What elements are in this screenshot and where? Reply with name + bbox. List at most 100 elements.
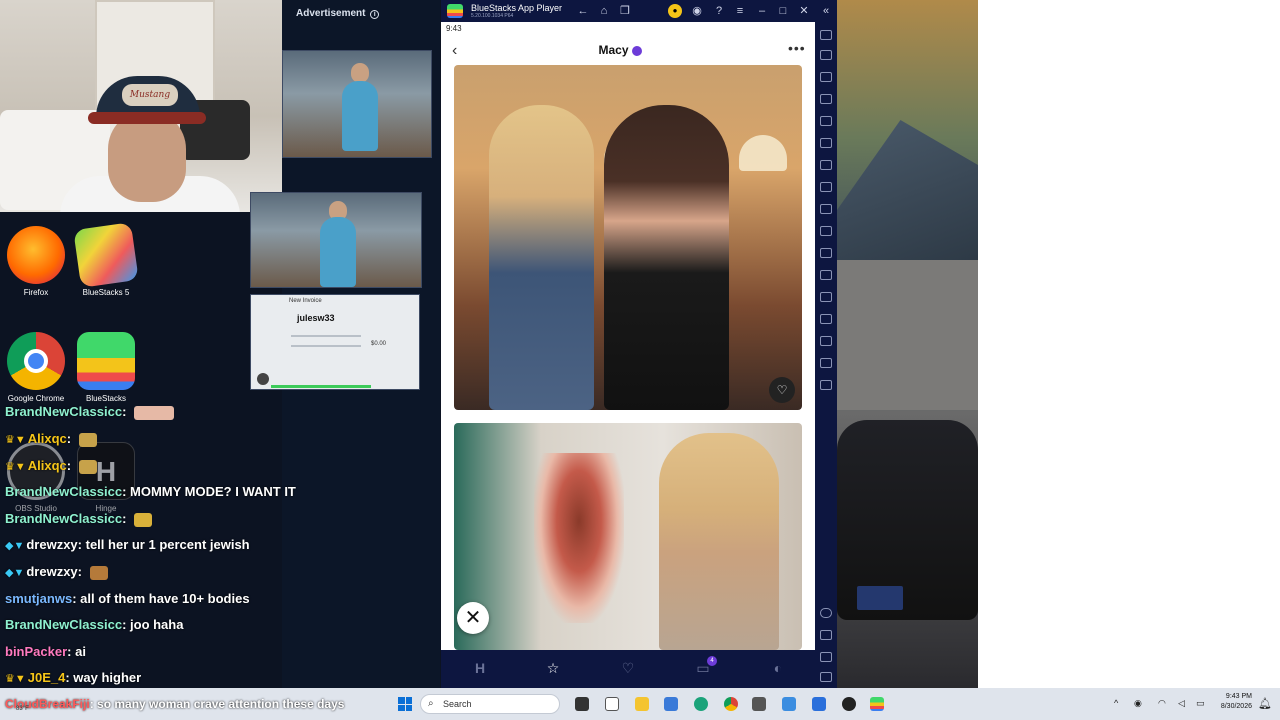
android-home-icon[interactable] bbox=[820, 652, 832, 662]
location-icon[interactable] bbox=[820, 292, 832, 302]
media-icon[interactable] bbox=[820, 270, 832, 280]
rotate-icon[interactable] bbox=[820, 116, 832, 126]
layers-icon[interactable] bbox=[820, 358, 832, 368]
crown-badge-icon: ♛▼ bbox=[5, 673, 26, 685]
bluestacks-taskbar-icon[interactable] bbox=[870, 697, 884, 711]
desktop-icon-chrome[interactable]: Google Chrome bbox=[0, 332, 72, 403]
profile-header: Macy bbox=[560, 43, 680, 57]
tabs-icon[interactable]: ❐ bbox=[618, 5, 632, 17]
chrome-taskbar-icon[interactable] bbox=[724, 697, 738, 711]
chat-icon[interactable]: ▭ 4 bbox=[691, 656, 717, 678]
word-icon[interactable] bbox=[812, 697, 826, 711]
eco-mode-icon[interactable] bbox=[820, 336, 832, 346]
hinge-logo-icon[interactable]: H bbox=[468, 660, 492, 678]
tray-chevron-icon[interactable]: ^ bbox=[1114, 698, 1118, 708]
person-right bbox=[604, 105, 729, 410]
coin-icon[interactable]: ● bbox=[668, 4, 682, 18]
android-recents-icon[interactable] bbox=[820, 672, 832, 682]
photos-icon[interactable] bbox=[782, 697, 796, 711]
heart-icon[interactable]: ♡ bbox=[616, 660, 640, 678]
like-photo-button[interactable]: ♡ bbox=[769, 377, 795, 403]
macro-icon[interactable] bbox=[820, 182, 832, 192]
menu-icon[interactable]: ≡ bbox=[733, 5, 747, 17]
chat-message: BrandNewClassicc: bbox=[5, 511, 153, 527]
multi-instance-icon[interactable] bbox=[820, 314, 832, 324]
back-icon[interactable]: ← bbox=[576, 5, 590, 17]
collapse-icon[interactable]: « bbox=[819, 5, 833, 17]
edge-icon[interactable] bbox=[694, 697, 708, 711]
bluestacks-logo-icon bbox=[447, 4, 463, 18]
shake-icon[interactable] bbox=[820, 248, 832, 258]
ad-video-thumbnail[interactable] bbox=[282, 50, 432, 158]
notepad-icon[interactable] bbox=[605, 697, 619, 711]
more-options-icon[interactable]: ••• bbox=[788, 40, 806, 56]
windows-start-icon[interactable] bbox=[398, 697, 412, 711]
bluestacks-version: 5.20.100.1034 P64 bbox=[471, 13, 514, 19]
file-explorer-icon[interactable] bbox=[635, 697, 649, 711]
chat-message: BrandNewClassicc: MOMMY MODE? I WANT IT bbox=[5, 484, 296, 499]
chat-emote bbox=[78, 459, 97, 474]
bluestacks-title: BlueStacks App Player bbox=[471, 3, 563, 13]
chat-username: BrandNewClassicc bbox=[5, 617, 123, 632]
android-back-icon[interactable] bbox=[820, 630, 832, 640]
icon-label: Firefox bbox=[23, 288, 49, 297]
bluestacks5-icon bbox=[73, 222, 139, 288]
taskbar-app-icon[interactable] bbox=[664, 697, 678, 711]
star-icon[interactable]: ☆ bbox=[541, 660, 565, 678]
profile-photo-2[interactable] bbox=[454, 423, 802, 650]
minimize-icon[interactable]: – bbox=[755, 5, 769, 17]
back-chevron-icon[interactable]: ‹ bbox=[452, 42, 457, 60]
volume-icon[interactable] bbox=[820, 50, 832, 60]
chat-message: smutjanws: all of them have 10+ bodies bbox=[5, 591, 250, 606]
calculator-icon[interactable] bbox=[752, 697, 766, 711]
hat-brim bbox=[88, 112, 206, 124]
tray-network-icon[interactable]: ◉ bbox=[1134, 698, 1142, 709]
crown-badge-icon: ♛▼ bbox=[5, 434, 26, 446]
invoice-title: New Invoice bbox=[289, 298, 322, 304]
ad-video-thumbnail-2[interactable] bbox=[250, 192, 422, 288]
sub-badge-icon: ◆▼ bbox=[5, 540, 25, 552]
taskbar-clock[interactable]: 9:43 PM 8/30/2026 bbox=[1212, 692, 1252, 712]
license-plate bbox=[857, 586, 903, 610]
record-icon[interactable] bbox=[820, 226, 832, 236]
chat-message: ♛▼ J0E_4: way higher bbox=[5, 670, 142, 685]
sync-icon[interactable] bbox=[820, 138, 832, 148]
profile-photo-1[interactable] bbox=[454, 65, 802, 410]
chat-message: binPacker: ai bbox=[5, 644, 86, 659]
taskbar-search[interactable]: ⌕ Search bbox=[420, 694, 560, 714]
dismiss-button[interactable]: ✕ bbox=[457, 602, 489, 634]
user-icon[interactable]: ◉ bbox=[690, 5, 704, 17]
settings-icon[interactable] bbox=[820, 608, 832, 618]
screenshot-icon[interactable] bbox=[820, 204, 832, 214]
presenter-body bbox=[342, 81, 378, 151]
task-view-icon[interactable] bbox=[575, 697, 589, 711]
tray-wifi-icon[interactable]: ◠ bbox=[1158, 698, 1166, 709]
mute-icon[interactable] bbox=[257, 373, 269, 385]
tray-volume-icon[interactable]: ◁ bbox=[1178, 698, 1185, 709]
close-icon[interactable]: ✕ bbox=[797, 5, 811, 17]
ad-invoice-preview[interactable]: New Invoice julesw33 $0.00 bbox=[250, 294, 420, 390]
maximize-icon[interactable]: □ bbox=[776, 5, 790, 17]
chat-username: binPacker bbox=[5, 644, 68, 659]
gamepad-icon[interactable] bbox=[820, 94, 832, 104]
tray-battery-icon[interactable]: ▭ bbox=[1196, 698, 1205, 709]
chat-message: BrandNewClassicc: joo haha bbox=[5, 617, 184, 632]
chat-username: BrandNewClassicc bbox=[5, 511, 123, 526]
desktop-icon-firefox[interactable]: Firefox bbox=[0, 226, 72, 297]
desktop-icon-bluestacks5[interactable]: BlueStacks 5 bbox=[70, 222, 142, 297]
notification-bell-icon[interactable]: 🔔︎ bbox=[1258, 697, 1272, 710]
keyboard-icon[interactable] bbox=[820, 72, 832, 82]
weather-widget[interactable]: 83°F bbox=[16, 706, 29, 712]
home-icon[interactable]: ⌂ bbox=[597, 5, 611, 17]
info-icon[interactable]: i bbox=[370, 10, 380, 19]
profile-icon[interactable]: ◐ bbox=[766, 660, 790, 678]
settings-sync-icon[interactable] bbox=[820, 380, 832, 390]
install-apk-icon[interactable] bbox=[820, 160, 832, 170]
help-icon[interactable]: ? bbox=[712, 5, 726, 17]
obs-taskbar-icon[interactable] bbox=[842, 697, 856, 711]
stone-wall bbox=[837, 260, 978, 410]
fullscreen-icon[interactable] bbox=[820, 30, 832, 40]
desktop-icon-bluestacks[interactable]: BlueStacks bbox=[70, 332, 142, 403]
chat-text: joo haha bbox=[130, 617, 184, 632]
chat-username: BrandNewClassicc bbox=[5, 404, 123, 419]
